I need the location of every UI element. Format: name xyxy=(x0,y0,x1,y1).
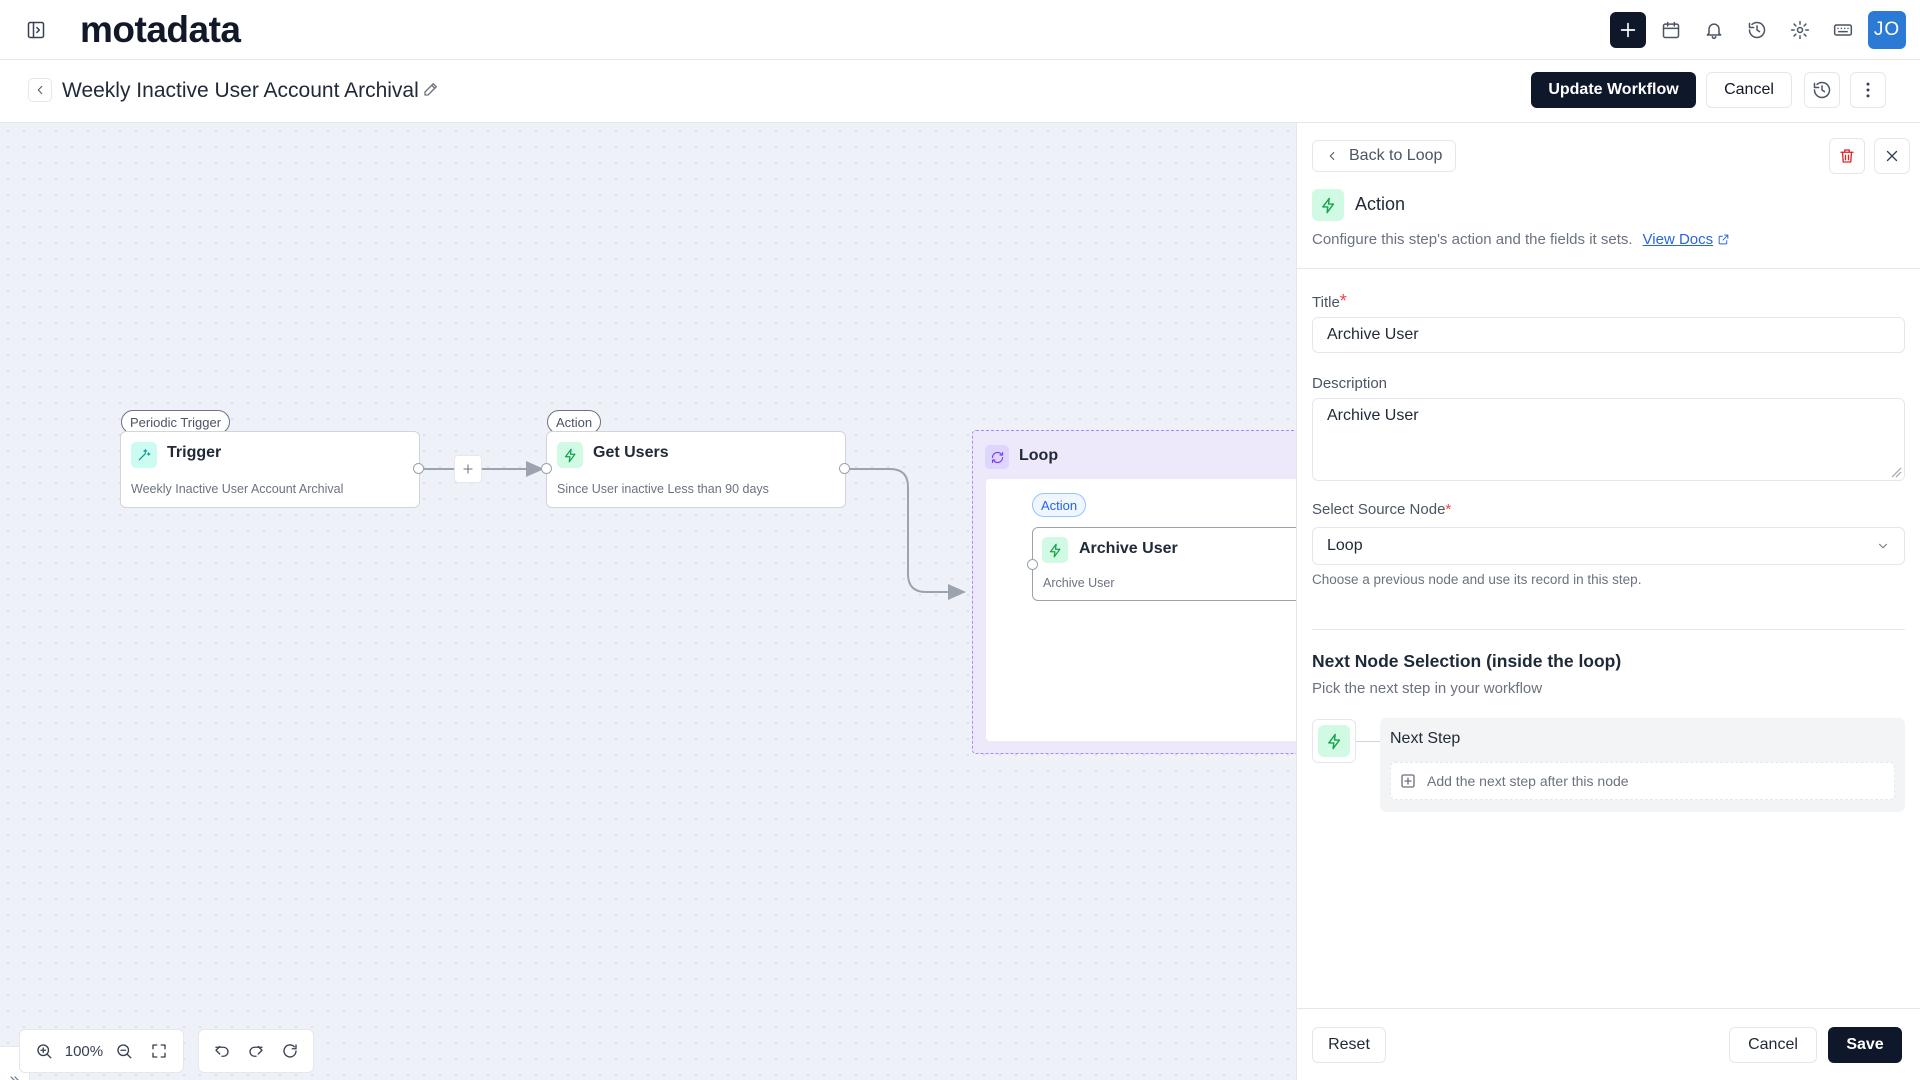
zoom-in-icon[interactable] xyxy=(30,1037,58,1065)
trigger-node[interactable]: Trigger Weekly Inactive User Account Arc… xyxy=(120,431,420,508)
more-vertical-icon[interactable] xyxy=(1850,72,1886,108)
page-title: Weekly Inactive User Account Archival xyxy=(62,79,419,102)
chevron-left-icon xyxy=(1329,151,1335,161)
output-port[interactable] xyxy=(839,463,850,474)
input-port[interactable] xyxy=(1027,559,1038,570)
logo: motadata xyxy=(80,9,241,50)
description-value: Archive User xyxy=(1327,407,1419,424)
close-icon[interactable] xyxy=(1874,138,1910,174)
add-step-button[interactable] xyxy=(454,455,482,483)
external-link-icon xyxy=(1718,234,1729,245)
bell-icon[interactable] xyxy=(1696,12,1732,48)
bolt-icon xyxy=(1312,189,1344,221)
back-button[interactable] xyxy=(28,78,52,102)
history-icon[interactable] xyxy=(1739,12,1775,48)
input-port[interactable] xyxy=(541,463,552,474)
edge-get-users-to-loop xyxy=(850,468,966,600)
panel-subtitle-text: Configure this step's action and the fie… xyxy=(1312,231,1633,248)
cancel-button[interactable]: Cancel xyxy=(1729,1027,1817,1063)
panel-subtitle: Configure this step's action and the fie… xyxy=(1312,231,1730,248)
redo-icon[interactable] xyxy=(242,1037,270,1065)
header-actions: JO xyxy=(1610,11,1906,49)
divider xyxy=(1312,629,1905,630)
trigger-icon xyxy=(131,442,157,468)
bolt-icon xyxy=(557,442,583,468)
description-textarea[interactable]: Archive User xyxy=(1312,398,1905,481)
loop-body: Action Archive User Archive User xyxy=(986,479,1296,741)
description-label: Description xyxy=(1312,375,1388,392)
fit-view-icon[interactable] xyxy=(145,1037,173,1065)
view-docs-link[interactable]: View Docs xyxy=(1643,231,1731,248)
node-title: Get Users xyxy=(593,444,669,461)
history-controls xyxy=(198,1029,314,1073)
chevron-down-icon xyxy=(1878,543,1888,549)
cancel-button[interactable]: Cancel xyxy=(1706,72,1792,108)
top-header: motadata JO xyxy=(0,0,1920,60)
add-next-step-button[interactable]: Add the next step after this node xyxy=(1390,762,1895,800)
source-node-select[interactable]: Loop xyxy=(1312,527,1905,565)
trash-icon[interactable] xyxy=(1829,138,1865,174)
source-node-value: Loop xyxy=(1327,537,1363,554)
panel-footer: Reset Cancel Save xyxy=(1297,1008,1920,1080)
bolt-icon xyxy=(1318,725,1350,757)
node-description: Since User inactive Less than 90 days xyxy=(557,482,769,496)
workflow-header: Weekly Inactive User Account Archival Up… xyxy=(0,60,1920,123)
loop-container[interactable]: Loop Action Archive User Archive User xyxy=(972,430,1296,754)
loop-icon xyxy=(985,445,1009,469)
node-title: Trigger xyxy=(167,444,222,461)
plus-square-icon xyxy=(1401,774,1415,788)
save-button[interactable]: Save xyxy=(1828,1027,1902,1063)
next-step-label: Next Step xyxy=(1390,730,1461,747)
pencil-icon[interactable] xyxy=(422,80,440,98)
current-step-icon xyxy=(1312,719,1356,763)
view-docs-label: View Docs xyxy=(1642,231,1714,248)
zoom-controls: 100% xyxy=(19,1029,184,1073)
node-type-chip: Action xyxy=(1032,493,1087,517)
archive-user-node[interactable]: Archive User Archive User xyxy=(1032,527,1296,601)
add-next-step-label: Add the next step after this node xyxy=(1427,773,1629,789)
output-port[interactable] xyxy=(413,463,424,474)
bolt-icon xyxy=(1042,537,1068,563)
back-to-loop-button[interactable]: Back to Loop xyxy=(1312,140,1457,172)
back-to-loop-label: Back to Loop xyxy=(1349,147,1443,164)
title-input[interactable]: Archive User xyxy=(1312,317,1905,353)
next-step-card: Next Step Add the next step after this n… xyxy=(1380,718,1905,812)
zoom-out-icon[interactable] xyxy=(110,1037,138,1065)
refresh-icon[interactable] xyxy=(276,1037,304,1065)
avatar[interactable]: JO xyxy=(1868,11,1906,49)
reset-button[interactable]: Reset xyxy=(1312,1027,1386,1063)
resize-handle-icon[interactable] xyxy=(1890,466,1902,478)
next-node-heading: Next Node Selection (inside the loop) xyxy=(1312,651,1622,671)
update-workflow-button[interactable]: Update Workflow xyxy=(1531,72,1696,108)
zoom-level: 100% xyxy=(64,1042,104,1060)
plus-icon[interactable] xyxy=(1610,12,1646,48)
panel-title: Action xyxy=(1355,194,1406,214)
undo-icon[interactable] xyxy=(208,1037,236,1065)
loop-title: Loop xyxy=(1019,447,1059,464)
title-label: Title* xyxy=(1312,291,1347,311)
keyboard-icon[interactable] xyxy=(1825,12,1861,48)
node-description: Weekly Inactive User Account Archival xyxy=(131,482,344,496)
gear-icon[interactable] xyxy=(1782,12,1818,48)
divider xyxy=(1297,268,1920,269)
source-node-help: Choose a previous node and use its recor… xyxy=(1312,572,1642,587)
node-description: Archive User xyxy=(1043,576,1115,590)
connector-line xyxy=(1356,741,1380,742)
next-node-subtitle: Pick the next step in your workflow xyxy=(1312,680,1543,697)
get-users-node[interactable]: Get Users Since User inactive Less than … xyxy=(546,431,846,508)
calendar-icon[interactable] xyxy=(1653,12,1689,48)
step-config-panel: Back to Loop Action Configure this step'… xyxy=(1296,123,1920,1080)
sidebar-toggle-icon[interactable] xyxy=(22,16,50,44)
source-node-label: Select Source Node* xyxy=(1312,501,1452,518)
workflow-canvas[interactable]: Periodic Trigger Trigger Weekly Inactive… xyxy=(0,123,1296,1080)
node-title: Archive User xyxy=(1079,540,1178,557)
version-history-button[interactable] xyxy=(1804,72,1840,108)
